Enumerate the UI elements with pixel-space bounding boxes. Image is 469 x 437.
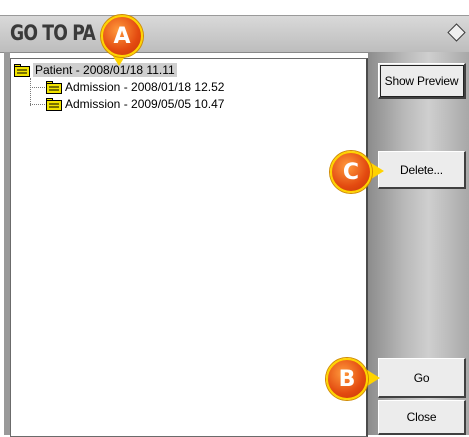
tree-connector [30, 104, 45, 105]
tree-node-admission[interactable]: Admission - 2008/01/18 12.52 [46, 80, 224, 94]
tree-connector [30, 87, 45, 88]
callout-marker-c: C [330, 151, 372, 193]
callout-marker-b: B [326, 358, 368, 400]
title-bar: GO TO PA [0, 15, 469, 53]
callout-marker-a: A [101, 15, 143, 57]
folder-icon [14, 64, 30, 77]
close-button[interactable]: Close [378, 400, 466, 435]
patient-tree-panel[interactable] [10, 58, 368, 437]
tree-node-patient[interactable]: Patient - 2008/01/18 11.11 [14, 63, 177, 77]
tree-connector [30, 78, 32, 106]
go-button[interactable]: Go [378, 358, 466, 398]
tree-node-label: Admission - 2009/05/05 10.47 [65, 97, 225, 111]
show-preview-button[interactable]: Show Preview [378, 63, 466, 99]
diamond-icon[interactable] [447, 23, 466, 42]
delete-button[interactable]: Delete... [378, 151, 466, 189]
window-title: GO TO PA [10, 21, 96, 45]
tree-node-admission[interactable]: Admission - 2009/05/05 10.47 [46, 97, 224, 111]
folder-icon [46, 81, 62, 94]
tree-node-label: Admission - 2008/01/18 12.52 [65, 80, 225, 94]
go-to-patient-window: GO TO PA Patient - 2008/01/18 11.11 Admi… [0, 0, 469, 437]
folder-icon [46, 98, 62, 111]
tree-node-label: Patient - 2008/01/18 11.11 [33, 63, 177, 77]
